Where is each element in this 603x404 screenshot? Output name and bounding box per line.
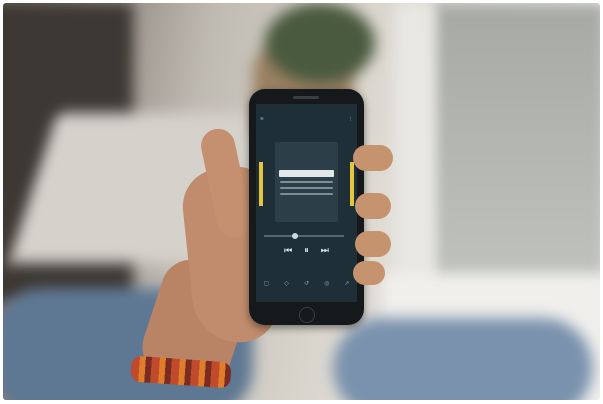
background-plant-leaves — [265, 3, 375, 83]
bottom-toolbar: ▢ ◇ ↺ ◎ ↗ — [256, 280, 357, 287]
phone-speaker — [293, 96, 319, 99]
highlighted-line — [279, 170, 334, 177]
text-line — [280, 187, 333, 189]
share-icon[interactable]: ↗ — [344, 280, 349, 287]
photo-scene: ≡ ⋮ ⏮ ⏸ ⏭ ▢ ◇ ↺ ◎ ↗ — [3, 3, 600, 400]
home-button[interactable] — [299, 307, 315, 323]
finger — [355, 231, 391, 257]
text-line — [280, 181, 333, 183]
progress-track[interactable] — [264, 235, 344, 237]
text-line — [280, 193, 333, 195]
skip-forward-icon[interactable]: ⏭ — [321, 246, 329, 256]
left-level-gauge — [259, 162, 263, 206]
caption-icon[interactable]: ▢ — [264, 280, 270, 287]
skip-back-icon[interactable]: ⏮ — [284, 246, 292, 256]
more-icon[interactable]: ⋮ — [349, 117, 354, 122]
text-card — [275, 142, 338, 222]
finger — [353, 145, 393, 171]
playback-controls: ⏮ ⏸ ⏭ — [256, 246, 357, 256]
phone-screen: ≡ ⋮ ⏮ ⏸ ⏭ ▢ ◇ ↺ ◎ ↗ — [256, 104, 357, 302]
jeans-right-knee — [333, 318, 593, 400]
right-level-gauge — [350, 162, 354, 206]
finger — [353, 261, 385, 285]
rewind-icon[interactable]: ↺ — [304, 280, 309, 287]
smartphone: ≡ ⋮ ⏮ ⏸ ⏭ ▢ ◇ ↺ ◎ ↗ — [249, 89, 364, 325]
speed-icon[interactable]: ◎ — [324, 280, 329, 287]
app-top-bar: ≡ ⋮ — [256, 112, 357, 126]
photo-frame: ≡ ⋮ ⏮ ⏸ ⏭ ▢ ◇ ↺ ◎ ↗ — [0, 0, 603, 404]
status-bar — [256, 104, 357, 112]
progress-knob[interactable] — [292, 233, 298, 239]
app-title-blur — [264, 117, 349, 122]
finger — [355, 193, 391, 219]
bookmark-icon[interactable]: ◇ — [284, 280, 289, 287]
card-title-blur — [275, 153, 338, 158]
pause-icon[interactable]: ⏸ — [304, 246, 309, 256]
card-label-blur — [275, 147, 338, 152]
